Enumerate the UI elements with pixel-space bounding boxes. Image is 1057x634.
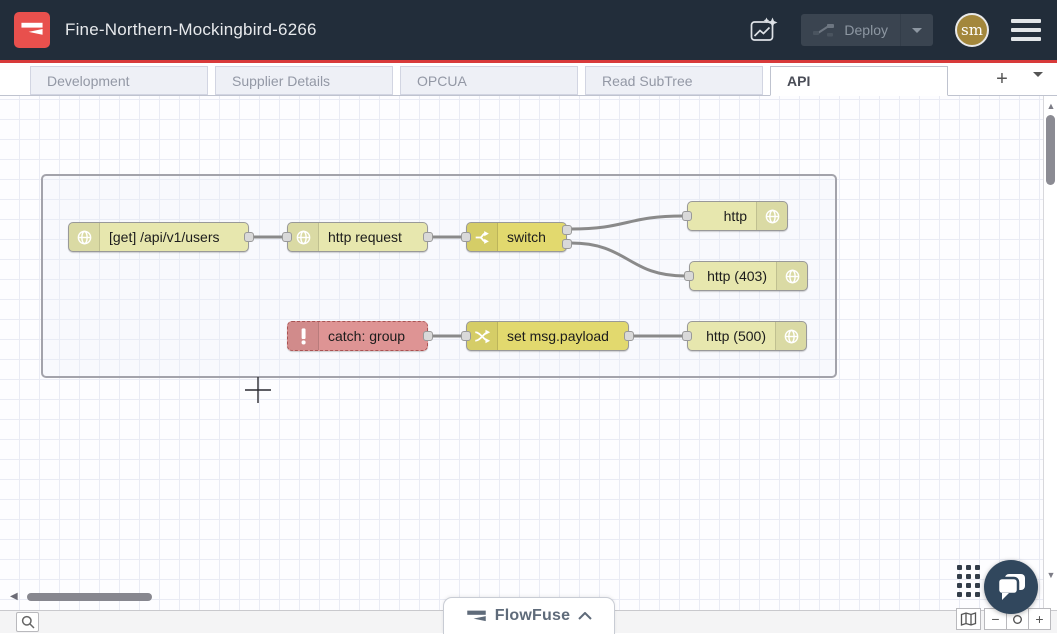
chat-icon xyxy=(994,571,1028,603)
flow-canvas[interactable]: ▲ ▼ ◀ [get] /api/v1/users http request swi… xyxy=(0,96,1057,610)
zoom-reset-icon xyxy=(1012,614,1023,625)
chat-widget-button[interactable] xyxy=(984,560,1038,614)
page-title: Fine-Northern-Mockingbird-6266 xyxy=(65,20,317,40)
deploy-button-main[interactable]: Deploy xyxy=(801,22,900,38)
tab-label: Read SubTree xyxy=(586,73,693,89)
view-navigator-button[interactable] xyxy=(956,608,981,630)
globe-icon xyxy=(775,322,806,350)
tab-opcua[interactable]: OPCUA xyxy=(400,66,578,95)
flow-node-switch[interactable]: switch xyxy=(466,222,567,252)
scroll-up-arrow[interactable]: ▲ xyxy=(1044,101,1057,111)
chevron-up-icon xyxy=(578,612,592,620)
tab-label: Supplier Details xyxy=(216,73,330,89)
add-flow-button[interactable]: + xyxy=(991,68,1013,90)
flow-node-http-response[interactable]: http xyxy=(687,201,788,231)
output-port[interactable] xyxy=(624,331,634,341)
hamburger-icon xyxy=(1011,19,1041,23)
node-label: http request xyxy=(319,223,427,251)
node-label: [get] /api/v1/users xyxy=(100,223,248,251)
flow-node-http-request[interactable]: http request xyxy=(287,222,428,252)
scroll-down-arrow[interactable]: ▼ xyxy=(1044,570,1057,580)
ai-assistant-icon xyxy=(749,16,779,44)
input-port[interactable] xyxy=(684,271,694,281)
flow-node-http-in-get-users[interactable]: [get] /api/v1/users xyxy=(68,222,249,252)
flowfuse-logo xyxy=(14,12,50,48)
input-port[interactable] xyxy=(461,331,471,341)
node-label: catch: group xyxy=(319,322,427,350)
avatar-initials: sm xyxy=(961,21,983,39)
tab-development[interactable]: Development xyxy=(30,66,208,95)
deploy-icon xyxy=(813,22,835,38)
header-bar: Fine-Northern-Mockingbird-6266 Deploy xyxy=(0,0,1057,60)
flow-node-http-response-403[interactable]: http (403) xyxy=(689,261,808,291)
output-port[interactable] xyxy=(244,232,254,242)
output-port[interactable] xyxy=(562,239,572,249)
tab-list: Development Supplier Details OPCUA Read Sub… xyxy=(30,66,955,95)
input-port[interactable] xyxy=(682,211,692,221)
zoom-in-button[interactable]: + xyxy=(1028,608,1051,630)
tab-label: OPCUA xyxy=(401,73,467,89)
flow-wires-layer xyxy=(0,96,1057,610)
deploy-button[interactable]: Deploy xyxy=(801,14,933,46)
map-icon xyxy=(960,612,977,626)
flow-node-http-response-500[interactable]: http (500) xyxy=(687,321,807,351)
output-port[interactable] xyxy=(423,331,433,341)
vertical-scrollbar[interactable]: ▲ ▼ xyxy=(1043,96,1057,610)
search-icon xyxy=(21,615,35,629)
horizontal-scrollbar-thumb[interactable] xyxy=(27,593,152,601)
tab-api[interactable]: API xyxy=(770,66,948,96)
avatar[interactable]: sm xyxy=(955,13,989,47)
deploy-options-button[interactable] xyxy=(900,14,933,46)
deploy-label: Deploy xyxy=(844,22,888,38)
main-menu-button[interactable] xyxy=(1011,19,1041,41)
input-port[interactable] xyxy=(682,331,692,341)
tab-label: Development xyxy=(31,73,130,89)
globe-icon xyxy=(756,202,787,230)
exclamation-icon xyxy=(288,322,319,350)
fork-icon xyxy=(467,223,498,251)
input-port[interactable] xyxy=(461,232,471,242)
output-port[interactable] xyxy=(423,232,433,242)
tab-read-subtree[interactable]: Read SubTree xyxy=(585,66,763,95)
node-label: set msg.payload xyxy=(498,322,628,350)
flowfuse-logo-icon xyxy=(466,606,487,627)
chevron-down-icon xyxy=(1033,72,1043,94)
header-actions: Deploy sm xyxy=(745,11,1041,49)
flowfuse-banner-button[interactable]: FlowFuse xyxy=(443,597,615,634)
flow-tab-bar: Development Supplier Details OPCUA Read Sub… xyxy=(0,63,1057,96)
flow-node-change-set-payload[interactable]: set msg.payload xyxy=(466,321,629,351)
node-label: switch xyxy=(498,223,566,251)
node-label: http (500) xyxy=(688,322,775,350)
input-port[interactable] xyxy=(282,232,292,242)
globe-icon xyxy=(776,262,807,290)
flowfuse-logo-icon xyxy=(20,18,44,42)
flow-list-button[interactable] xyxy=(1033,77,1043,95)
search-flows-button[interactable] xyxy=(16,612,39,632)
flow-node-catch-group[interactable]: catch: group xyxy=(287,321,428,351)
ai-assistant-button[interactable] xyxy=(745,11,783,49)
vertical-scrollbar-thumb[interactable] xyxy=(1046,115,1055,185)
tab-supplier-details[interactable]: Supplier Details xyxy=(215,66,393,95)
node-label: http xyxy=(688,202,756,230)
globe-icon xyxy=(69,223,100,251)
header-accent-line xyxy=(0,60,1057,63)
tab-label: API xyxy=(771,73,810,89)
widget-drag-handle[interactable] xyxy=(957,565,980,597)
globe-icon xyxy=(288,223,319,251)
shuffle-icon xyxy=(467,322,498,350)
crosshair-cursor xyxy=(245,377,271,403)
output-port[interactable] xyxy=(562,225,572,235)
banner-label: FlowFuse xyxy=(495,607,570,625)
scroll-left-arrow[interactable]: ◀ xyxy=(10,591,18,602)
chevron-down-icon xyxy=(912,28,922,33)
node-label: http (403) xyxy=(690,262,776,290)
